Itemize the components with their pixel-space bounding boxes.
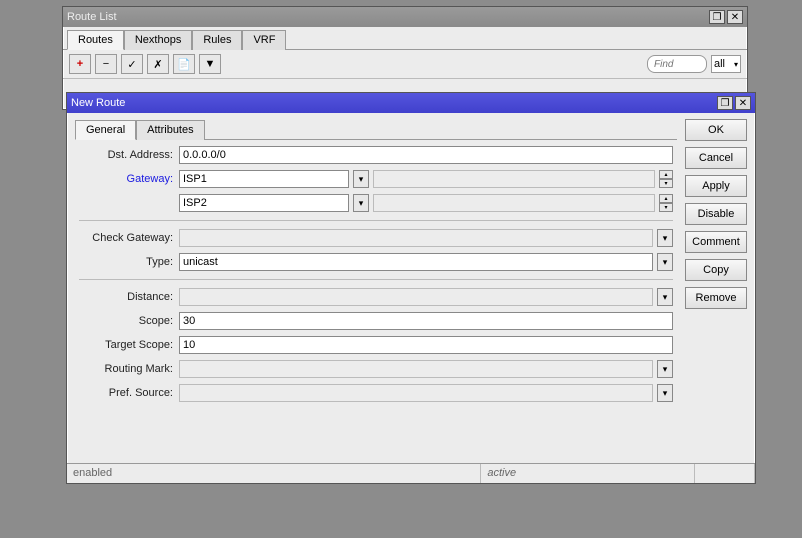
label-scope: Scope: [79, 315, 179, 327]
remove-button[interactable]: Remove [685, 287, 747, 309]
new-route-title: New Route [71, 97, 125, 109]
label-dst: Dst. Address: [79, 149, 179, 161]
route-list-toolbar: + − ✓ ✗ 📄 ▼ all▾ [63, 50, 747, 79]
route-list-title: Route List [67, 11, 117, 23]
new-route-titlebar: New Route ❐ ✕ [67, 93, 755, 113]
button-column: OK Cancel Apply Disable Comment Copy Rem… [685, 113, 755, 414]
dst-address-input[interactable] [179, 146, 673, 164]
add-icon[interactable]: + [69, 54, 91, 74]
route-list-titlebar: Route List ❐ ✕ [63, 7, 747, 27]
status-active: active [481, 464, 695, 483]
new-route-window: New Route ❐ ✕ General Attributes Dst. Ad… [66, 92, 756, 484]
new-route-tabs: General Attributes [75, 119, 677, 140]
gateway2-status [373, 194, 655, 212]
label-distance: Distance: [79, 291, 179, 303]
check-gateway-expand-icon[interactable]: ▾ [657, 229, 673, 247]
copy-button[interactable]: Copy [685, 259, 747, 281]
tab-vrf[interactable]: VRF [242, 30, 286, 50]
comment-icon[interactable]: 📄 [173, 54, 195, 74]
type-dropdown-icon[interactable]: ▾ [657, 253, 673, 271]
scope-input[interactable] [179, 312, 673, 330]
find-input[interactable] [647, 55, 707, 73]
pref-source-expand-icon[interactable]: ▾ [657, 384, 673, 402]
check-gateway-input[interactable] [179, 229, 653, 247]
tab-general[interactable]: General [75, 120, 136, 140]
type-input[interactable] [179, 253, 653, 271]
gateway1-input[interactable] [179, 170, 349, 188]
gateway1-status [373, 170, 655, 188]
label-target-scope: Target Scope: [79, 339, 179, 351]
label-gateway: Gateway: [79, 173, 179, 185]
gateway-reorder2[interactable]: ▴▾ [659, 194, 673, 212]
remove-icon[interactable]: − [95, 54, 117, 74]
tab-routes[interactable]: Routes [67, 30, 124, 50]
disable-button[interactable]: Disable [685, 203, 747, 225]
enable-icon[interactable]: ✓ [121, 54, 143, 74]
restore-icon[interactable]: ❐ [709, 10, 725, 24]
status-bar: enabled active [67, 463, 755, 483]
disable-icon[interactable]: ✗ [147, 54, 169, 74]
distance-expand-icon[interactable]: ▾ [657, 288, 673, 306]
route-list-tabs: Routes Nexthops Rules VRF [63, 29, 747, 50]
routing-mark-input[interactable] [179, 360, 653, 378]
filter-icon[interactable]: ▼ [199, 54, 221, 74]
label-check-gateway: Check Gateway: [79, 232, 179, 244]
gateway1-dropdown-icon[interactable]: ▾ [353, 170, 369, 188]
label-routing-mark: Routing Mark: [79, 363, 179, 375]
pref-source-input[interactable] [179, 384, 653, 402]
routing-mark-expand-icon[interactable]: ▾ [657, 360, 673, 378]
gateway-reorder[interactable]: ▴▾ [659, 170, 673, 188]
cancel-button[interactable]: Cancel [685, 147, 747, 169]
status-enabled: enabled [67, 464, 481, 483]
distance-input[interactable] [179, 288, 653, 306]
status-empty [695, 464, 755, 483]
comment-button[interactable]: Comment [685, 231, 747, 253]
tab-attributes[interactable]: Attributes [136, 120, 204, 140]
close-icon[interactable]: ✕ [727, 10, 743, 24]
target-scope-input[interactable] [179, 336, 673, 354]
tab-rules[interactable]: Rules [192, 30, 242, 50]
restore-icon[interactable]: ❐ [717, 96, 733, 110]
close-icon[interactable]: ✕ [735, 96, 751, 110]
ok-button[interactable]: OK [685, 119, 747, 141]
filter-all-select[interactable]: all▾ [711, 55, 741, 73]
gateway2-input[interactable] [179, 194, 349, 212]
general-form: Dst. Address: Gateway: ▾ ▴▾ [75, 140, 677, 414]
label-pref-source: Pref. Source: [79, 387, 179, 399]
tab-nexthops[interactable]: Nexthops [124, 30, 192, 50]
label-type: Type: [79, 256, 179, 268]
gateway2-dropdown-icon[interactable]: ▾ [353, 194, 369, 212]
apply-button[interactable]: Apply [685, 175, 747, 197]
